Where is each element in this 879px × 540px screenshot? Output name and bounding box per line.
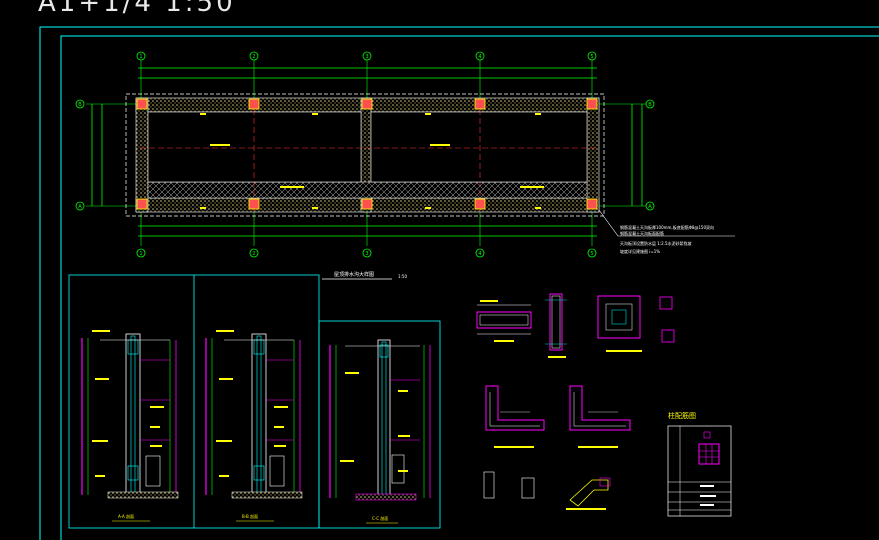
axis-label-3-top: 3 [365,54,368,60]
detail-beam-1 [476,300,532,342]
section-a-caption: A-A 剖面 [118,513,134,519]
axis-label-a-right: A [648,204,652,210]
axis-label-3-bottom: 3 [365,251,368,257]
section-a: A-A 剖面 [81,330,179,522]
plan-note-line-1: 钢筋混凝土天沟板厚100mm,板底配筋Φ8@150双向 [620,224,714,230]
sections-panel [68,274,441,529]
column-table: 柱配筋图 [667,411,732,517]
plan-note-line-4: 坡度详见建施图 i=1% [620,248,660,254]
axis-label-a-left: A [78,204,82,210]
column-table-title: 柱配筋图 [668,411,696,420]
axis-label-2-bottom: 2 [252,251,255,257]
detail-column-section [597,295,675,352]
cad-drawing-canvas: 1 2 3 4 5 1 2 3 4 5 B A B A 钢筋混凝土天沟板厚100… [39,26,879,540]
axis-label-5-top: 5 [590,54,593,60]
axis-label-4-top: 4 [478,54,481,60]
plan-note-line-3: 天沟板顶设置防水层 1:2.5水泥砂浆找坡 [620,240,692,246]
section-c: C-C 剖面 [329,339,431,524]
section-c-caption: C-C 剖面 [372,515,388,521]
axis-label-2-top: 2 [252,54,255,60]
section-b: B-B 剖面 [205,330,303,522]
plan-scale: 1:50 [398,274,407,279]
detail-small-items [483,471,611,510]
axis-label-4-bottom: 4 [478,251,481,257]
detail-l-shape-1 [485,385,545,448]
plan-note-line-2: 钢筋混凝土天沟板面配筋 [620,230,664,236]
plan-caption: 屋顶排水沟大样图 [334,271,374,278]
axis-label-b-right: B [648,102,652,108]
axis-label-1-top: 1 [139,54,142,60]
detail-column [545,293,567,358]
axis-label-5-bottom: 5 [590,251,593,257]
section-b-caption: B-B 剖面 [242,513,258,519]
axis-label-1-bottom: 1 [139,251,142,257]
detail-l-shape-2 [569,385,631,448]
axis-label-b-left: B [78,102,82,108]
floor-plan: 1 2 3 4 5 1 2 3 4 5 B A B A 钢筋混凝土天沟板厚100… [75,51,735,280]
